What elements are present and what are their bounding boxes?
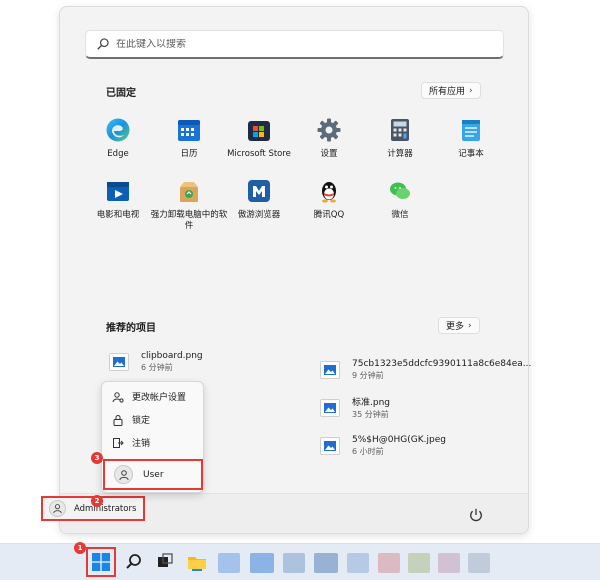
app-label: Microsoft Store	[227, 149, 291, 159]
pinned-app-qq[interactable]: 腾讯QQ	[294, 178, 364, 221]
gear-icon	[317, 118, 341, 142]
taskbar-app-icon[interactable]	[250, 553, 274, 573]
store-icon	[248, 121, 270, 141]
recommended-title: 推荐的项目	[106, 323, 156, 334]
account-settings-icon	[112, 391, 124, 403]
pinned-app-wechat[interactable]: 微信	[365, 178, 435, 221]
app-label: 强力卸载电脑中的软件	[150, 210, 228, 231]
user-icon	[118, 469, 129, 480]
recommended-item[interactable]: clipboard.png 6 分钟前	[109, 351, 203, 373]
image-file-icon	[320, 398, 340, 417]
uninstall-icon	[180, 182, 198, 202]
app-label: 记事本	[458, 149, 484, 159]
power-icon[interactable]	[468, 507, 484, 523]
file-explorer-icon[interactable]	[187, 552, 207, 572]
other-user-name: User	[143, 469, 164, 480]
current-user-name: Administrators	[74, 503, 137, 514]
windows-logo-icon	[92, 553, 110, 571]
taskbar-app-icon[interactable]	[218, 553, 240, 573]
sign-out-icon	[113, 437, 124, 448]
taskbar-app-icon[interactable]	[468, 553, 490, 573]
image-file-icon	[109, 353, 129, 371]
all-apps-label: 所有应用	[429, 87, 466, 97]
wechat-icon	[390, 182, 410, 199]
movies-icon	[107, 182, 129, 201]
file-name: 标准.png	[352, 398, 390, 408]
image-file-icon	[320, 437, 340, 455]
calculator-icon	[391, 119, 409, 141]
taskbar-app-icon[interactable]	[438, 553, 460, 573]
search-icon	[97, 38, 109, 50]
all-apps-button[interactable]: 所有应用 ›	[421, 82, 481, 99]
search-box[interactable]	[85, 30, 504, 59]
recommended-item[interactable]: 5%$H@0HG(GK.jpeg 6 小时前	[320, 435, 446, 457]
file-time: 6 分钟前	[141, 363, 173, 372]
recommended-item[interactable]: 75cb1323e5ddcfc9390111a8c6e84ea... 9 分钟前	[320, 359, 531, 381]
app-label: 微信	[391, 210, 409, 220]
app-label: Edge	[107, 149, 129, 159]
notepad-icon	[462, 120, 480, 141]
chevron-right-icon: ›	[469, 85, 473, 96]
pinned-app-notepad[interactable]: 记事本	[436, 117, 506, 160]
app-label: 设置	[320, 149, 338, 159]
sign-out-label: 注销	[132, 439, 151, 449]
calendar-icon	[178, 120, 200, 141]
pinned-app-edge[interactable]: Edge	[83, 117, 153, 160]
pinned-app-maxthon[interactable]: 傲游浏览器	[224, 178, 294, 221]
pinned-app-calculator[interactable]: 计算器	[365, 117, 435, 160]
pinned-app-store[interactable]: Microsoft Store	[224, 117, 294, 160]
more-button[interactable]: 更多 ›	[438, 317, 480, 334]
chevron-right-icon: ›	[468, 320, 472, 331]
lock-icon	[113, 414, 123, 426]
app-label: 日历	[180, 149, 198, 159]
taskbar-search-icon[interactable]	[124, 552, 144, 572]
pinned-app-settings[interactable]: 设置	[294, 117, 364, 160]
file-time: 6 小时前	[352, 447, 384, 456]
file-name: 75cb1323e5ddcfc9390111a8c6e84ea...	[352, 359, 532, 369]
start-button[interactable]	[86, 547, 116, 577]
maxthon-icon	[248, 180, 270, 202]
user-icon	[53, 504, 62, 514]
other-user-button[interactable]: User	[103, 459, 203, 490]
edge-icon	[106, 118, 130, 142]
app-label: 电影和电视	[96, 210, 140, 220]
file-time: 35 分钟前	[352, 410, 389, 419]
change-account-settings-label: 更改帐户设置	[132, 393, 187, 403]
lock-label: 锁定	[132, 416, 151, 426]
qq-icon	[322, 182, 336, 203]
pinned-title: 已固定	[106, 88, 136, 99]
taskbar-app-icon[interactable]	[283, 553, 305, 573]
change-account-settings[interactable]: 更改帐户设置	[112, 390, 186, 403]
search-input[interactable]	[116, 38, 496, 50]
pinned-app-movies[interactable]: 电影和电视	[83, 178, 153, 221]
app-label: 计算器	[387, 149, 413, 159]
recommended-item[interactable]: 标准.png 35 分钟前	[320, 395, 390, 420]
lock-item[interactable]: 锁定	[112, 413, 150, 426]
step-badge: 3	[91, 452, 103, 464]
step-badge: 2	[91, 495, 103, 507]
taskbar-app-icon[interactable]	[408, 553, 430, 573]
pinned-app-calendar[interactable]: 日历	[154, 117, 224, 160]
file-name: 5%$H@0HG(GK.jpeg	[352, 435, 446, 445]
taskbar-app-icon[interactable]	[378, 553, 400, 573]
taskbar-app-icon[interactable]	[347, 553, 369, 573]
avatar	[49, 500, 66, 517]
pinned-app-uninstall[interactable]: 强力卸载电脑中的软件	[151, 178, 227, 232]
image-file-icon	[320, 361, 340, 379]
app-label: 傲游浏览器	[237, 210, 281, 220]
sign-out-item[interactable]: 注销	[112, 436, 150, 449]
more-label: 更多	[446, 322, 465, 332]
taskbar-app-icon[interactable]	[314, 553, 338, 573]
task-view-icon[interactable]	[155, 552, 175, 572]
file-name: clipboard.png	[141, 351, 203, 361]
avatar	[114, 465, 133, 484]
file-time: 9 分钟前	[352, 371, 384, 380]
app-label: 腾讯QQ	[313, 210, 345, 220]
step-badge: 1	[74, 542, 86, 554]
